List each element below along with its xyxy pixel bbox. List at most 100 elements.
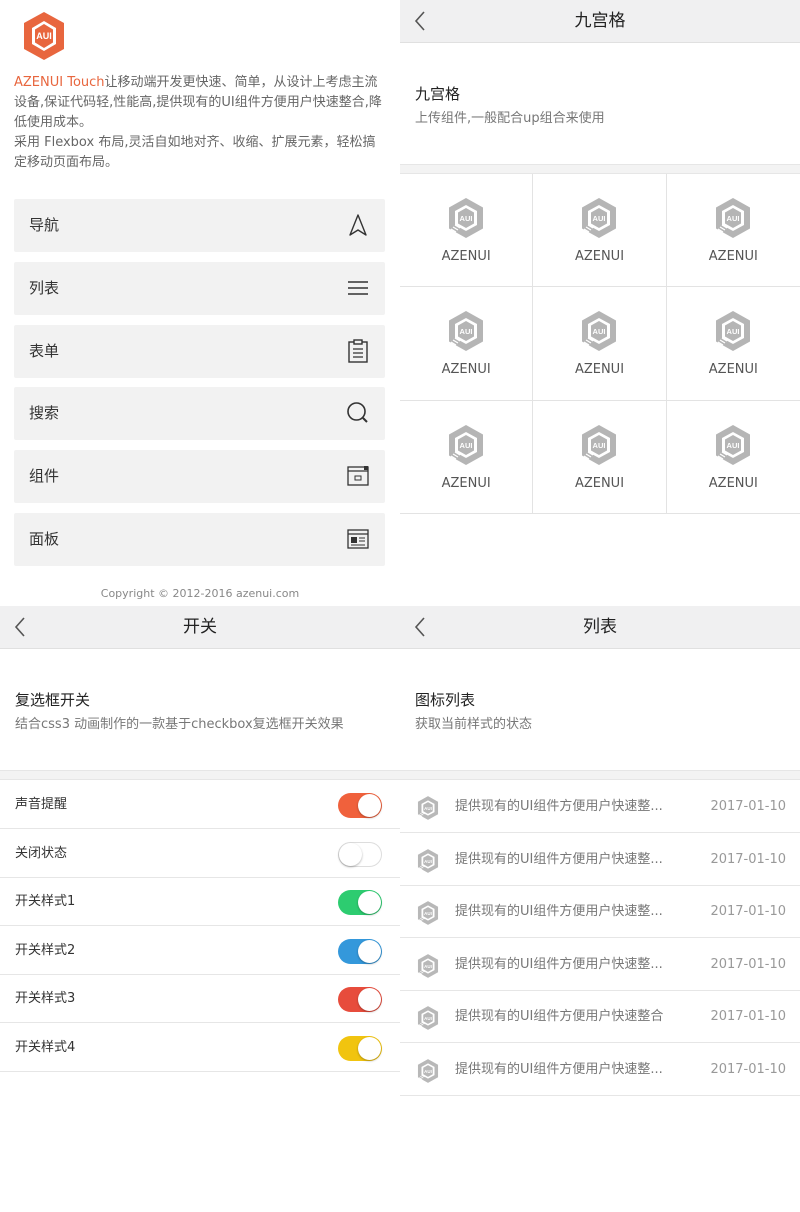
- svg-text:AUI: AUI: [460, 441, 473, 450]
- grid-cell[interactable]: AUI AZENUI: [533, 287, 667, 401]
- grid-cell[interactable]: AUI AZENUI: [666, 401, 800, 514]
- grid-cell[interactable]: AUI AZENUI: [400, 287, 534, 401]
- menu-item-panel[interactable]: 面板: [14, 513, 385, 566]
- switch-row: 开关样式3: [0, 975, 400, 1023]
- grid-cell-label: AZENUI: [708, 249, 758, 264]
- menu-item-label: 列表: [29, 279, 60, 297]
- svg-text:AUI: AUI: [424, 911, 432, 916]
- list-item[interactable]: AUI 提供现有的UI组件方便用户快速整合 2017-01-10: [400, 991, 800, 1043]
- section-divider: [0, 770, 400, 780]
- intro-text: AZENUI Touch让移动端开发更快速、简单，从设计上考虑主流设备,保证代码…: [14, 73, 388, 173]
- list-item[interactable]: AUI 提供现有的UI组件方便用户快速整... 2017-01-10: [400, 886, 800, 938]
- menu-item-component[interactable]: 组件: [14, 450, 385, 503]
- switch-label: 开关样式4: [15, 1039, 76, 1055]
- toggle-switch[interactable]: [338, 890, 382, 915]
- toggle-switch[interactable]: [338, 938, 382, 964]
- section-header: 图标列表 获取当前样式的状态: [400, 649, 800, 771]
- list-item-text: 提供现有的UI组件方便用户快速整...: [455, 799, 663, 814]
- svg-text:AUI: AUI: [424, 806, 432, 811]
- azenui-logo-icon: AUI: [449, 198, 484, 238]
- switch-row: 开关样式2: [0, 927, 400, 975]
- grid-cell-label: AZENUI: [708, 362, 758, 378]
- svg-text:AUI: AUI: [460, 214, 473, 223]
- grid-cell[interactable]: AUI AZENUI: [400, 400, 534, 514]
- azenui-logo-icon: AUI: [417, 953, 439, 978]
- azenui-logo-icon: AUI: [449, 311, 484, 352]
- menu-item-label: 导航: [29, 216, 60, 234]
- search-icon: [347, 402, 368, 423]
- svg-text:AUI: AUI: [424, 1068, 432, 1073]
- grid-cell[interactable]: AUI AZENUI: [533, 174, 667, 288]
- toggle-knob: [358, 939, 381, 963]
- toggle-switch[interactable]: [338, 987, 382, 1012]
- grid-cell[interactable]: AUI AZENUI: [666, 174, 800, 288]
- grid-cell[interactable]: AUI AZENUI: [666, 287, 800, 401]
- grid-screen: 九宫格 九宫格 上传组件,一般配合up组合来使用 AUI AZENUI AUI AZE…: [400, 0, 800, 606]
- section-subtitle: 结合css3 动画制作的一款基于checkbox复选框开关效果: [15, 717, 344, 732]
- menu-item-label: 表单: [29, 342, 60, 360]
- list-item[interactable]: AUI 提供现有的UI组件方便用户快速整... 2017-01-10: [400, 781, 800, 833]
- list-item-date: 2017-01-10: [710, 956, 786, 972]
- menu-item-search[interactable]: 搜索: [14, 387, 385, 440]
- toggle-knob: [339, 842, 362, 866]
- brand-name: AZENUI Touch: [14, 75, 105, 90]
- grid-cell[interactable]: AUI AZENUI: [533, 400, 667, 514]
- list-item[interactable]: AUI 提供现有的UI组件方便用户快速整... 2017-01-10: [400, 834, 800, 886]
- panel-icon: [347, 529, 369, 549]
- navigation-icon: [349, 214, 367, 236]
- toggle-switch[interactable]: [338, 841, 382, 867]
- switch-row: 声音提醒: [0, 781, 400, 829]
- list-item-text: 提供现有的UI组件方便用户快速整合: [455, 1009, 664, 1024]
- menu-item-form[interactable]: 表单: [14, 325, 385, 378]
- azenui-logo-icon: AUI: [716, 311, 751, 352]
- list-item-date: 2017-01-10: [710, 1061, 786, 1077]
- switch-row: 关闭状态: [0, 830, 400, 878]
- component-icon: [347, 466, 369, 486]
- section-subtitle: 获取当前样式的状态: [415, 717, 533, 732]
- switch-row: 开关样式4: [0, 1024, 400, 1072]
- azenui-logo-icon: AUI: [582, 198, 617, 238]
- list-item[interactable]: AUI 提供现有的UI组件方便用户快速整... 2017-01-10: [400, 1044, 800, 1096]
- toggle-knob: [358, 794, 381, 817]
- list-icon: [348, 281, 368, 295]
- form-icon: [348, 339, 368, 363]
- section-subtitle: 上传组件,一般配合up组合来使用: [415, 111, 605, 126]
- intro-description-2: 采用 Flexbox 布局,灵活自如地对齐、收缩、扩展元素，轻松搞定移动页面布局…: [14, 135, 376, 170]
- menu-item-navigation[interactable]: 导航: [14, 199, 385, 252]
- grid-cell-label: AZENUI: [574, 362, 625, 378]
- list-item[interactable]: AUI 提供现有的UI组件方便用户快速整... 2017-01-10: [400, 939, 800, 991]
- azenui-logo-icon: AUI: [417, 901, 439, 925]
- svg-text:AUI: AUI: [593, 214, 606, 223]
- switch-label: 开关样式3: [15, 991, 76, 1006]
- switch-row: 开关样式1: [0, 878, 400, 926]
- svg-text:AUI: AUI: [727, 214, 740, 223]
- switch-label: 声音提醒: [15, 797, 68, 812]
- list-item-text: 提供现有的UI组件方便用户快速整...: [455, 1061, 663, 1077]
- grid-cell-label: AZENUI: [574, 475, 625, 491]
- section-title: 复选框开关: [15, 691, 91, 709]
- copyright: Copyright © 2012-2016 azenui.com: [100, 587, 300, 600]
- grid-cell[interactable]: AUI AZENUI: [400, 174, 534, 288]
- azenui-logo-icon: AUI: [417, 1058, 439, 1083]
- menu-item-label: 面板: [29, 530, 60, 548]
- list-item-date: 2017-01-10: [710, 799, 786, 814]
- svg-text:AUI: AUI: [727, 441, 740, 450]
- menu-item-list[interactable]: 列表: [14, 262, 385, 315]
- svg-text:AUI: AUI: [727, 327, 740, 336]
- svg-text:AUI: AUI: [424, 858, 432, 863]
- svg-text:AUI: AUI: [36, 31, 52, 41]
- nav-bar: 列表: [400, 606, 800, 649]
- grid-cell-label: AZENUI: [708, 475, 758, 491]
- grid-cell-label: AZENUI: [441, 362, 491, 378]
- section-header: 九宫格 上传组件,一般配合up组合来使用: [400, 43, 800, 165]
- nav-bar: 开关: [0, 606, 400, 649]
- toggle-switch[interactable]: [338, 1035, 382, 1061]
- azenui-logo-icon: AUI: [449, 424, 484, 465]
- list-item-date: 2017-01-10: [710, 851, 786, 867]
- list-item-date: 2017-01-10: [710, 904, 786, 919]
- list-item-text: 提供现有的UI组件方便用户快速整...: [455, 904, 663, 919]
- azenui-logo-icon: AUI: [582, 311, 617, 352]
- section-divider: [400, 770, 800, 780]
- toggle-switch[interactable]: [338, 793, 382, 818]
- list-screen: 列表 图标列表 获取当前样式的状态 AUI 提供现有的UI组件方便用户快速整...…: [400, 606, 800, 1212]
